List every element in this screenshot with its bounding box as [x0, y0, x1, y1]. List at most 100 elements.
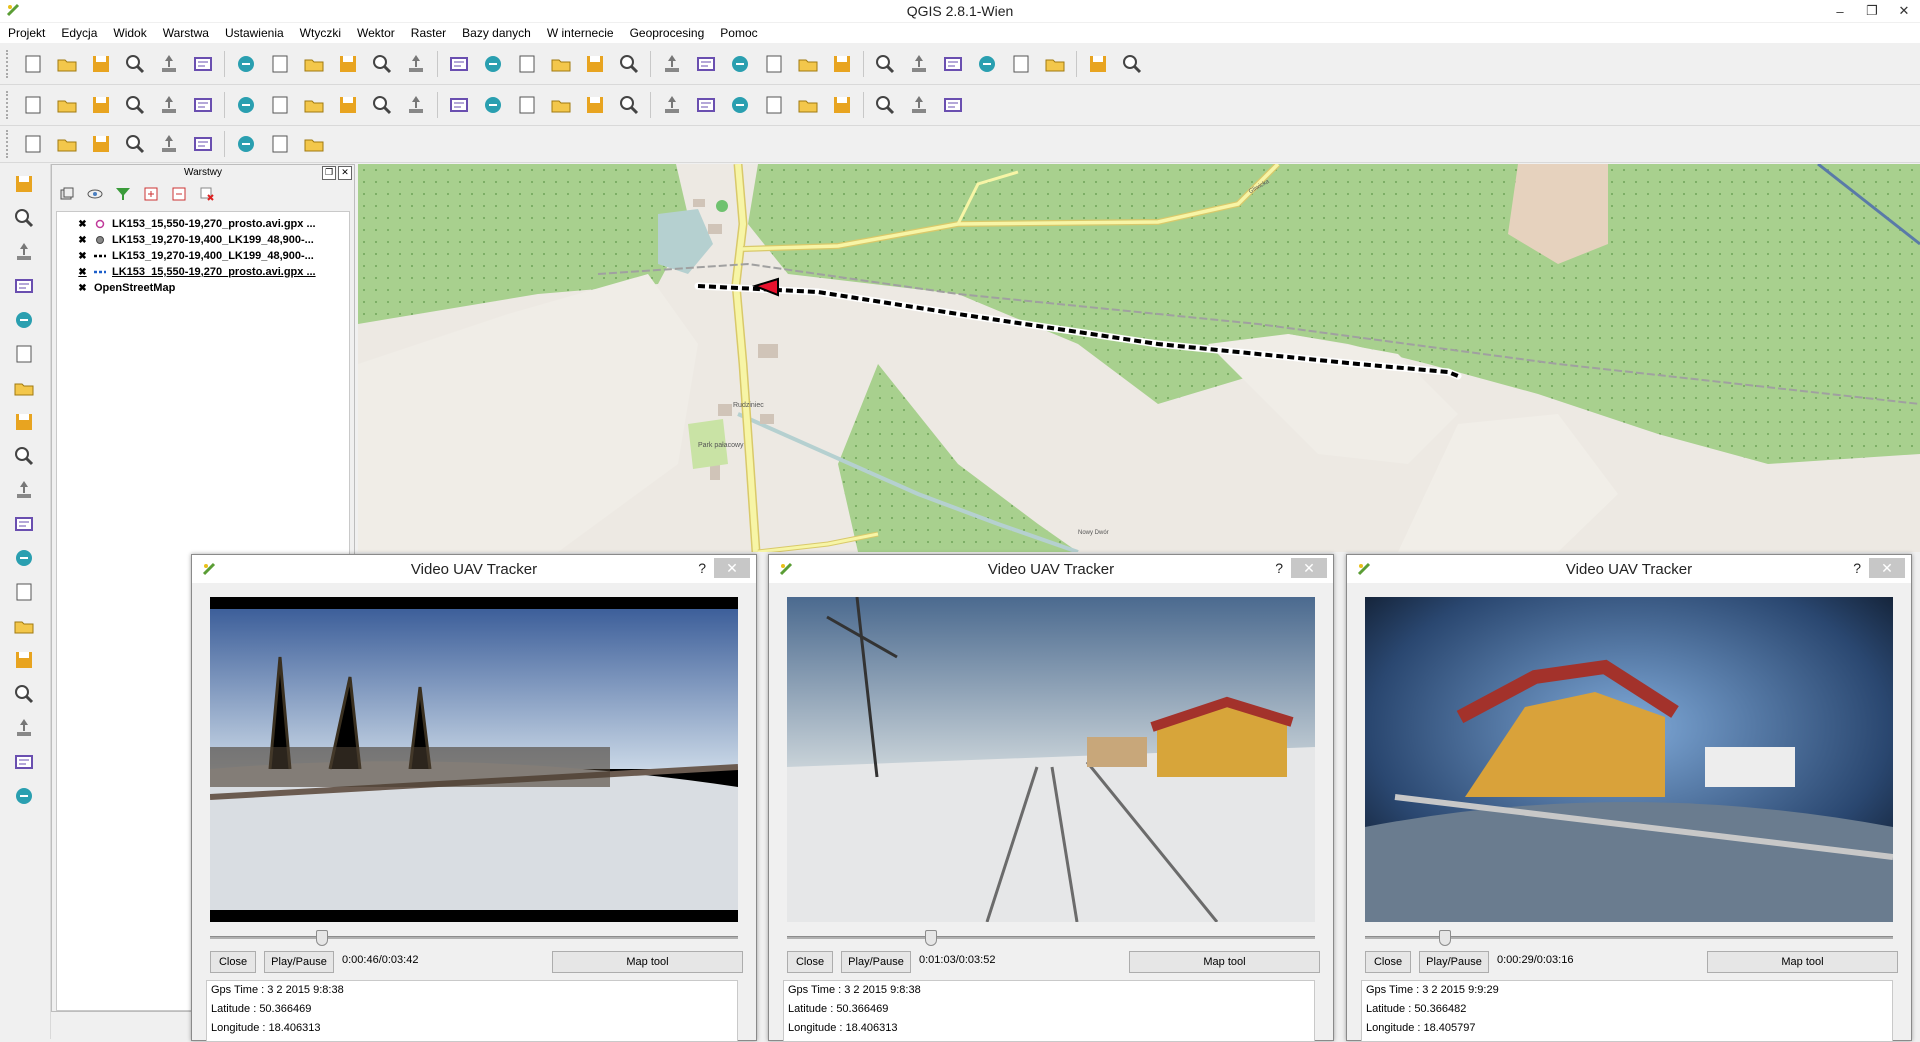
add-delimited-text-icon[interactable]: [10, 476, 38, 504]
show-bookmarks-icon[interactable]: [1007, 50, 1035, 78]
zoom-full-icon[interactable]: [445, 50, 473, 78]
close-button[interactable]: Close: [210, 951, 256, 973]
pin-labels-icon[interactable]: [445, 91, 473, 119]
deselect-icon[interactable]: [760, 50, 788, 78]
pan-to-selection-icon[interactable]: [300, 50, 328, 78]
menu-projekt[interactable]: Projekt: [0, 26, 53, 40]
zoom-actual-icon[interactable]: [402, 50, 430, 78]
slider-handle[interactable]: [1439, 930, 1452, 946]
zoom-in-icon[interactable]: [334, 50, 362, 78]
add-wms-icon[interactable]: [189, 130, 217, 158]
play-pause-button[interactable]: Play/Pause: [264, 951, 334, 973]
pan-icon[interactable]: [266, 50, 294, 78]
move-label-icon[interactable]: [513, 91, 541, 119]
select-icon[interactable]: [726, 50, 754, 78]
offline-editing-icon[interactable]: [10, 680, 38, 708]
slider-handle[interactable]: [924, 930, 937, 946]
layer-visibility-checkbox[interactable]: ✖: [77, 267, 88, 278]
zoom-out-icon[interactable]: [368, 50, 396, 78]
video-frame[interactable]: [787, 597, 1315, 922]
add-group-icon[interactable]: [58, 185, 76, 203]
layer-visibility-checkbox[interactable]: ✖: [77, 283, 88, 294]
close-dialog-button[interactable]: ✕: [714, 558, 750, 578]
new-spatialite-layer-icon[interactable]: [10, 544, 38, 572]
layer-item[interactable]: ✖ LK153_19,270-19,400_LK199_48,900-...: [57, 248, 349, 264]
action-icon[interactable]: [692, 50, 720, 78]
paste-features-icon[interactable]: [334, 91, 362, 119]
layer-visibility-checkbox[interactable]: ✖: [77, 219, 88, 230]
menu-ustawienia[interactable]: Ustawienia: [217, 26, 292, 40]
rotate-label-icon[interactable]: [547, 91, 575, 119]
whats-this-icon[interactable]: [1118, 50, 1146, 78]
gps-tools-icon[interactable]: [10, 612, 38, 640]
menu-pomoc[interactable]: Pomoc: [712, 26, 765, 40]
map-tool-button[interactable]: Map tool: [1707, 951, 1898, 973]
layer-visibility-checkbox[interactable]: ✖: [77, 251, 88, 262]
menu-warstwa[interactable]: Warstwa: [155, 26, 217, 40]
spatialite-icon[interactable]: [794, 91, 822, 119]
menu-widok[interactable]: Widok: [105, 26, 154, 40]
help-button[interactable]: ?: [1853, 560, 1861, 576]
add-raster-icon[interactable]: [53, 130, 81, 158]
visibility-icon[interactable]: [86, 185, 104, 203]
show-hide-labels-icon[interactable]: [479, 91, 507, 119]
georeferencer-icon[interactable]: [760, 91, 788, 119]
expression-select-icon[interactable]: [794, 50, 822, 78]
change-label-icon[interactable]: [581, 91, 609, 119]
add-raster-layer-icon[interactable]: [10, 204, 38, 232]
label-icon[interactable]: [368, 91, 396, 119]
add-oracle-layer-icon[interactable]: [10, 340, 38, 368]
filter-icon[interactable]: [114, 185, 132, 203]
close-panel-button[interactable]: ✕: [338, 166, 352, 180]
maximize-button[interactable]: ❐: [1856, 0, 1888, 22]
remove-layer-icon[interactable]: [198, 185, 216, 203]
bookmark-icon[interactable]: [973, 50, 1001, 78]
save-project-icon[interactable]: [87, 50, 115, 78]
add-wms-layer-icon[interactable]: [10, 374, 38, 402]
expand-all-icon[interactable]: [142, 185, 160, 203]
processing-icon[interactable]: [905, 91, 933, 119]
grass-icon[interactable]: [615, 91, 643, 119]
layer-item[interactable]: ✖ OpenStreetMap: [57, 280, 349, 296]
menu-edycja[interactable]: Edycja: [53, 26, 105, 40]
open-project-icon[interactable]: [53, 50, 81, 78]
menu-w-internecie[interactable]: W internecie: [539, 26, 622, 40]
current-edits-icon[interactable]: [19, 91, 47, 119]
video-seek-slider[interactable]: [787, 930, 1315, 946]
new-project-icon[interactable]: [19, 50, 47, 78]
video-frame[interactable]: [1365, 597, 1893, 922]
layer-visibility-checkbox[interactable]: ✖: [77, 235, 88, 246]
play-pause-button[interactable]: Play/Pause: [1419, 951, 1489, 973]
add-wcs-layer-icon[interactable]: [10, 408, 38, 436]
layer-item-selected[interactable]: ✖ LK153_15,550-19,270_prosto.avi.gpx ...: [57, 264, 349, 280]
help-icon[interactable]: [1084, 50, 1112, 78]
slider-handle[interactable]: [315, 930, 328, 946]
toggle-editing-icon[interactable]: [53, 91, 81, 119]
menu-wektor[interactable]: Wektor: [349, 26, 403, 40]
save-edits-icon[interactable]: [87, 91, 115, 119]
raster-calculator-icon[interactable]: [10, 714, 38, 742]
add-postgis-icon[interactable]: [87, 130, 115, 158]
map-canvas[interactable]: Rudziniec Park pałacowy Nowy Dwór Gliwic…: [358, 164, 1920, 552]
refresh-icon[interactable]: [615, 50, 643, 78]
add-spatialite-layer-icon[interactable]: [10, 272, 38, 300]
close-window-button[interactable]: ✕: [1888, 0, 1920, 22]
new-print-composer-icon[interactable]: [155, 50, 183, 78]
pan-selection-icon[interactable]: [232, 50, 260, 78]
node-tool-icon[interactable]: [189, 91, 217, 119]
measure-icon[interactable]: [905, 50, 933, 78]
minimize-button[interactable]: –: [1824, 0, 1856, 22]
close-button[interactable]: Close: [787, 951, 833, 973]
map-tips-icon[interactable]: [939, 50, 967, 78]
close-dialog-button[interactable]: ✕: [1291, 558, 1327, 578]
video-frame[interactable]: [210, 597, 738, 922]
add-wfs-layer-icon[interactable]: [10, 442, 38, 470]
map-tool-button[interactable]: Map tool: [1129, 951, 1320, 973]
zoom-layer-icon[interactable]: [513, 50, 541, 78]
openlayers-icon[interactable]: [692, 91, 720, 119]
collapse-all-icon[interactable]: [170, 185, 188, 203]
grass-tools-icon[interactable]: [658, 91, 686, 119]
add-spatialite-icon[interactable]: [155, 130, 183, 158]
help-button[interactable]: ?: [698, 560, 706, 576]
add-virtual-layer-icon[interactable]: [10, 578, 38, 606]
